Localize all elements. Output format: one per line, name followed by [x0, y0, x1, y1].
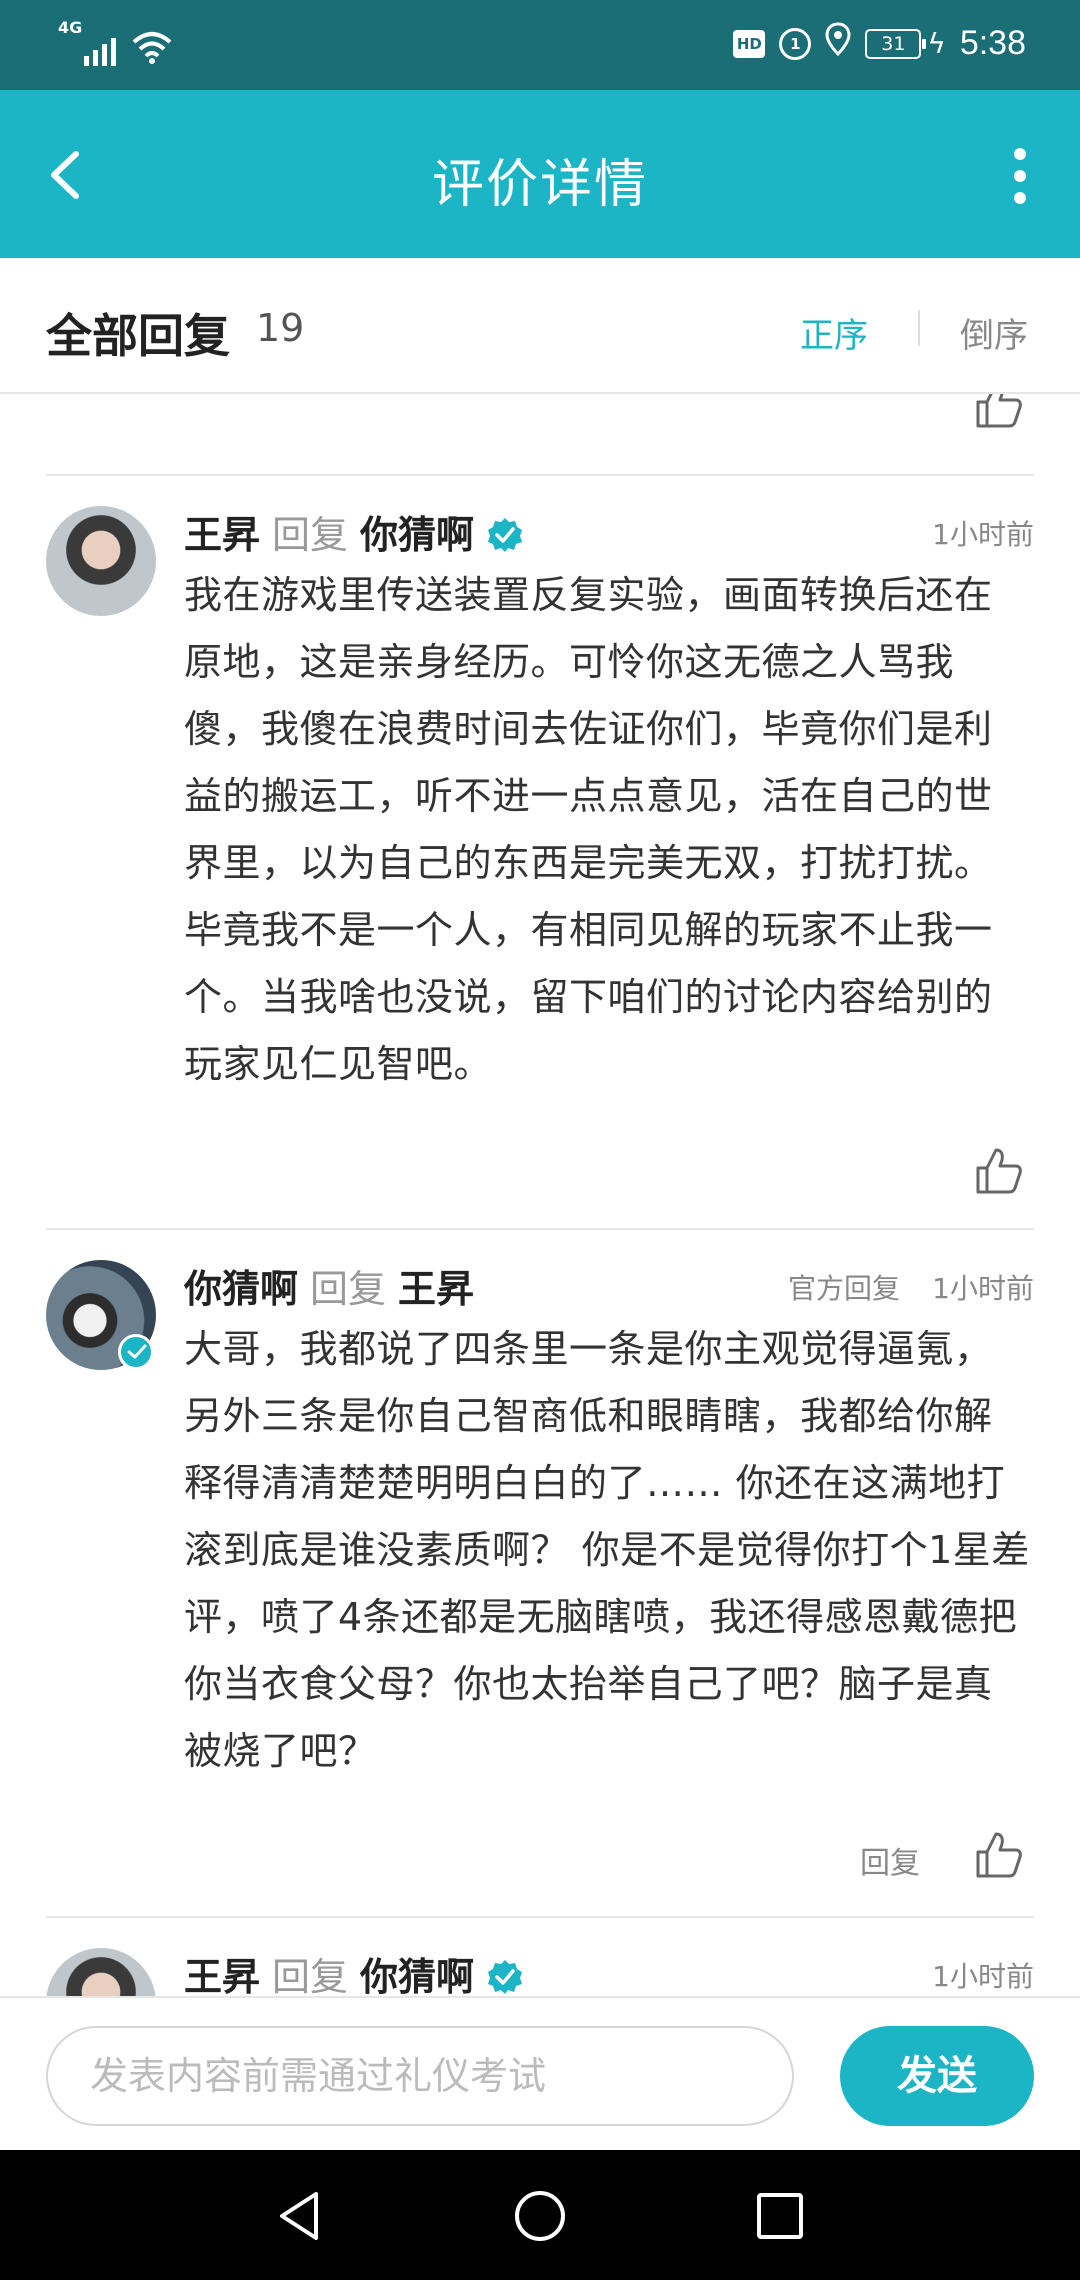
comment-time: 1小时前 — [932, 518, 1034, 551]
avatar[interactable] — [46, 506, 156, 616]
volte-icon: 1 — [779, 27, 812, 60]
location-icon — [825, 22, 851, 65]
verified-badge-icon — [488, 1960, 523, 1994]
author-name[interactable]: 王昇 — [184, 1952, 260, 1996]
sort-descending-tab[interactable]: 倒序 — [960, 308, 1028, 357]
comment-text: 大哥，我都说了四条里一条是你主观觉得逼氪，另外三条是你自己智商低和眼睛瞎，我都给… — [184, 1327, 1030, 1773]
all-replies-title: 全部回复 — [46, 309, 230, 363]
like-thumb-icon[interactable] — [974, 1830, 1024, 1880]
comment-list: 王昇 回复 你猜啊 1小时前 我在游戏里传送装置反复实验，画面转换后还在原地，这… — [0, 394, 1080, 1996]
page-title: 评价详情 — [431, 155, 648, 215]
sort-divider — [918, 310, 920, 346]
reply-button[interactable]: 回复 — [860, 1838, 920, 1882]
more-dot-icon — [1014, 170, 1026, 182]
comment-input[interactable]: 发表内容前需通过礼仪考试 — [46, 2026, 794, 2126]
nav-home-icon[interactable] — [510, 2186, 570, 2246]
app-header: 评价详情 — [0, 90, 1080, 258]
more-dot-icon — [1014, 192, 1026, 204]
reply-word: 回复 — [310, 1267, 387, 1311]
status-bar: 4G HD 1 31 ϟ 5:38 — [0, 0, 1080, 90]
official-avatar-badge-icon — [118, 1334, 154, 1370]
more-dot-icon — [1014, 148, 1026, 160]
verified-badge-icon — [488, 518, 523, 552]
reply-count: 19 — [256, 306, 305, 350]
system-nav-bar — [0, 2150, 1080, 2280]
sort-ascending-tab[interactable]: 正序 — [800, 308, 868, 357]
network-type: 4G — [58, 18, 83, 37]
comment-input-bar: 发表内容前需通过礼仪考试 发送 — [0, 1996, 1080, 2150]
status-left: 4G — [58, 20, 172, 66]
signal-icon — [84, 34, 117, 66]
hd-icon: HD — [733, 29, 766, 58]
like-thumb-icon[interactable] — [974, 394, 1024, 430]
comment-meta: 你猜啊 回复 王昇 — [184, 1264, 474, 1314]
reply-target-name[interactable]: 王昇 — [398, 1264, 474, 1314]
divider — [46, 1228, 1034, 1230]
comment-text: 我在游戏里传送装置反复实验，画面转换后还在原地，这是亲身经历。可怜你这无德之人骂… — [184, 573, 993, 1086]
divider — [46, 474, 1034, 476]
author-name[interactable]: 王昇 — [184, 510, 260, 560]
comment-time: 1小时前 — [932, 1272, 1034, 1305]
nav-back-icon[interactable] — [270, 2186, 330, 2246]
divider — [46, 1916, 1034, 1918]
reply-word: 回复 — [272, 1955, 349, 1996]
nav-recents-icon[interactable] — [750, 2186, 810, 2246]
reply-target-name[interactable]: 你猜啊 — [360, 1952, 474, 1996]
official-reply-label: 官方回复 — [787, 1272, 900, 1305]
comment-time: 1小时前 — [932, 1960, 1034, 1993]
more-menu-button[interactable] — [1000, 146, 1040, 206]
avatar[interactable] — [46, 1948, 156, 1996]
like-thumb-icon[interactable] — [974, 1146, 1024, 1196]
comment-meta: 王昇 回复 你猜啊 — [184, 510, 524, 560]
status-right: HD 1 31 ϟ 5:38 — [733, 22, 1026, 65]
charging-icon: ϟ — [927, 27, 946, 60]
clock: 5:38 — [959, 24, 1026, 62]
reply-target-name[interactable]: 你猜啊 — [360, 510, 474, 560]
reply-sort-bar: 全部回复 19 正序 倒序 — [0, 258, 1080, 394]
wifi-icon — [132, 30, 172, 66]
comment-meta: 王昇 回复 你猜啊 — [184, 1952, 524, 1996]
send-button[interactable]: 发送 — [840, 2026, 1034, 2126]
battery-icon: 31 — [865, 28, 927, 59]
reply-word: 回复 — [272, 513, 349, 557]
author-name[interactable]: 你猜啊 — [184, 1264, 298, 1314]
